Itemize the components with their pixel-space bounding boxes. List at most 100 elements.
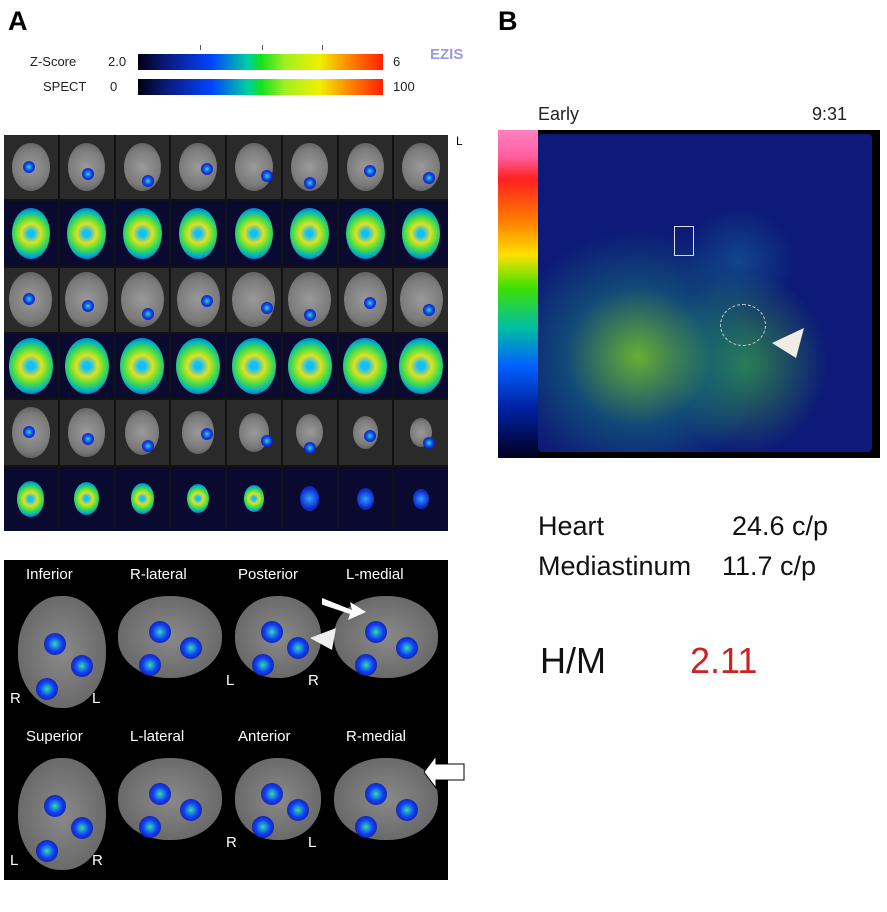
zscore-label: Z-Score xyxy=(30,54,77,69)
mri-slice xyxy=(338,400,393,465)
mri-slice xyxy=(394,267,448,332)
orientation-left: R xyxy=(226,834,237,851)
view-label: R-medial xyxy=(346,728,407,745)
mri-slice xyxy=(171,135,225,200)
mediastinum-roi xyxy=(674,226,694,256)
activation-spot xyxy=(252,653,275,676)
activation-spot xyxy=(354,815,377,838)
view-label: Superior xyxy=(26,728,83,745)
mri-slice xyxy=(227,135,281,200)
spect-min: 0 xyxy=(110,79,118,94)
brain-section xyxy=(231,337,276,395)
left-side-marker: L xyxy=(456,134,463,148)
orientation-right: R xyxy=(308,672,319,689)
orientation-right: L xyxy=(92,690,101,707)
activation-spot xyxy=(260,620,283,643)
spect-slice xyxy=(227,334,281,399)
orientation-right: R xyxy=(92,852,103,869)
arrow-icon xyxy=(424,758,465,790)
activation-spot xyxy=(286,799,309,822)
spect-slice xyxy=(282,201,337,266)
brain-section xyxy=(346,207,385,260)
activation-spot xyxy=(423,436,436,449)
brain-section xyxy=(413,488,429,510)
spect-slice xyxy=(394,334,448,399)
view-label: L-lateral xyxy=(130,728,185,745)
spect-slice xyxy=(59,334,114,399)
brain-surface-render xyxy=(334,758,438,840)
brain-section xyxy=(235,143,273,192)
activation-spot xyxy=(304,176,317,189)
mri-slice xyxy=(4,267,58,332)
view-label: R-lateral xyxy=(130,566,187,583)
ezis-logo: EZIS xyxy=(430,46,464,63)
brain-section xyxy=(234,207,274,260)
brain-section xyxy=(243,485,265,513)
activation-spot xyxy=(35,839,58,862)
activation-spot xyxy=(149,782,172,805)
spect-slice xyxy=(227,466,281,531)
activation-spot xyxy=(363,429,376,442)
mri-slice xyxy=(282,135,337,200)
activation-spot xyxy=(423,171,436,184)
spect-slice xyxy=(4,334,58,399)
mediastinum-value: 11.7 c/p xyxy=(722,551,817,581)
activation-spot xyxy=(70,655,93,678)
activation-spot xyxy=(286,637,309,660)
brain-section xyxy=(287,337,332,395)
brain-section xyxy=(343,337,388,395)
orientation-left: L xyxy=(226,672,235,689)
view-label: Inferior xyxy=(26,566,73,583)
activation-spot xyxy=(365,782,388,805)
mri-slice xyxy=(59,400,114,465)
view-label: Posterior xyxy=(238,566,299,583)
spect-label: SPECT xyxy=(43,79,87,94)
brain-section xyxy=(187,484,210,514)
mri-slice xyxy=(115,400,170,465)
mri-slice xyxy=(171,400,225,465)
panel-a-letter: A xyxy=(8,6,28,36)
colorbar-tick xyxy=(200,45,201,50)
spect-slice xyxy=(171,466,225,531)
spect-slice xyxy=(227,201,281,266)
spect-slice xyxy=(338,201,393,266)
heart-label: Heart xyxy=(538,511,605,541)
spect-slice xyxy=(59,466,114,531)
activation-spot xyxy=(363,297,376,310)
arrowhead-icon xyxy=(310,628,336,650)
activation-spot xyxy=(260,169,273,182)
brain-section xyxy=(176,337,221,395)
zscore-min: 2.0 xyxy=(108,54,127,69)
arrowhead-icon xyxy=(772,328,804,358)
orientation-right: L xyxy=(308,834,317,851)
spect-colorbar xyxy=(138,79,383,95)
activation-spot xyxy=(138,815,161,838)
view-label: L-medial xyxy=(346,566,404,583)
brain-section xyxy=(120,272,164,328)
hm-label: H/M xyxy=(540,640,606,681)
activation-spot xyxy=(252,815,275,838)
brain-surface-render xyxy=(118,596,222,678)
activation-spot xyxy=(141,174,154,187)
activation-spot xyxy=(365,620,388,643)
brain-section xyxy=(123,207,162,260)
brain-section xyxy=(67,207,106,260)
mri-slice xyxy=(59,267,114,332)
spect-max: 100 xyxy=(393,79,415,94)
zscore-colorbar xyxy=(138,54,383,70)
hm-value: 2.11 xyxy=(690,640,758,681)
colorbar-tick xyxy=(322,45,323,50)
orientation-left: R xyxy=(10,690,21,707)
mri-slice xyxy=(4,135,58,200)
brain-section xyxy=(356,487,374,511)
spect-slice xyxy=(338,466,393,531)
orientation-left: L xyxy=(10,852,19,869)
spect-slice xyxy=(115,334,170,399)
brain-section xyxy=(399,337,444,395)
brain-section xyxy=(399,272,443,328)
activation-spot xyxy=(141,307,154,320)
spect-slice xyxy=(282,466,337,531)
spect-slice xyxy=(115,201,170,266)
activation-spot xyxy=(354,653,377,676)
mri-slice xyxy=(338,135,393,200)
